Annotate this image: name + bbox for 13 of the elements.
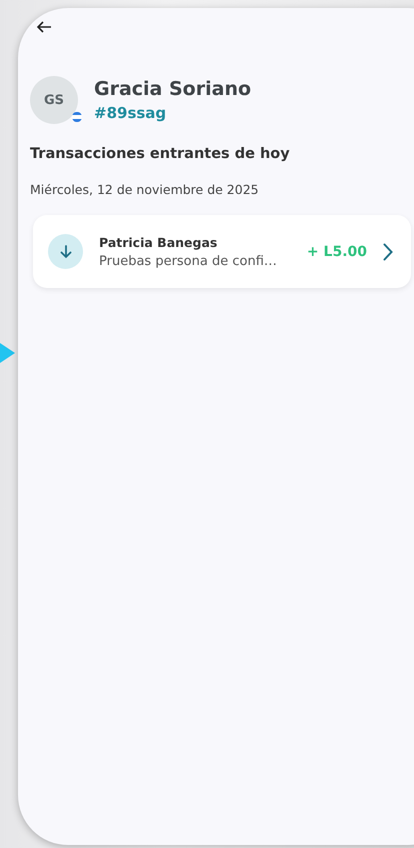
sender-name: Patricia Banegas: [99, 234, 218, 250]
flag-icon: [72, 112, 82, 122]
transaction-amount: + L5.00: [306, 244, 367, 260]
avatar-initials: GS: [44, 92, 64, 108]
section-title: Transacciones entrantes de hoy: [30, 146, 291, 162]
chevron-right-icon: [383, 242, 393, 260]
date-label: Miércoles, 12 de noviembre de 2025: [30, 182, 260, 197]
transaction-description: Pruebas persona de confi…: [99, 254, 278, 268]
transaction-card[interactable]: Patricia Banegas Pruebas persona de confi… + L5.00: [33, 215, 411, 288]
user-name: Gracia Soriano: [94, 78, 252, 100]
user-handle: #89ssag: [94, 104, 168, 122]
down-arrow-icon: [60, 244, 72, 258]
back-button[interactable]: [36, 20, 52, 34]
